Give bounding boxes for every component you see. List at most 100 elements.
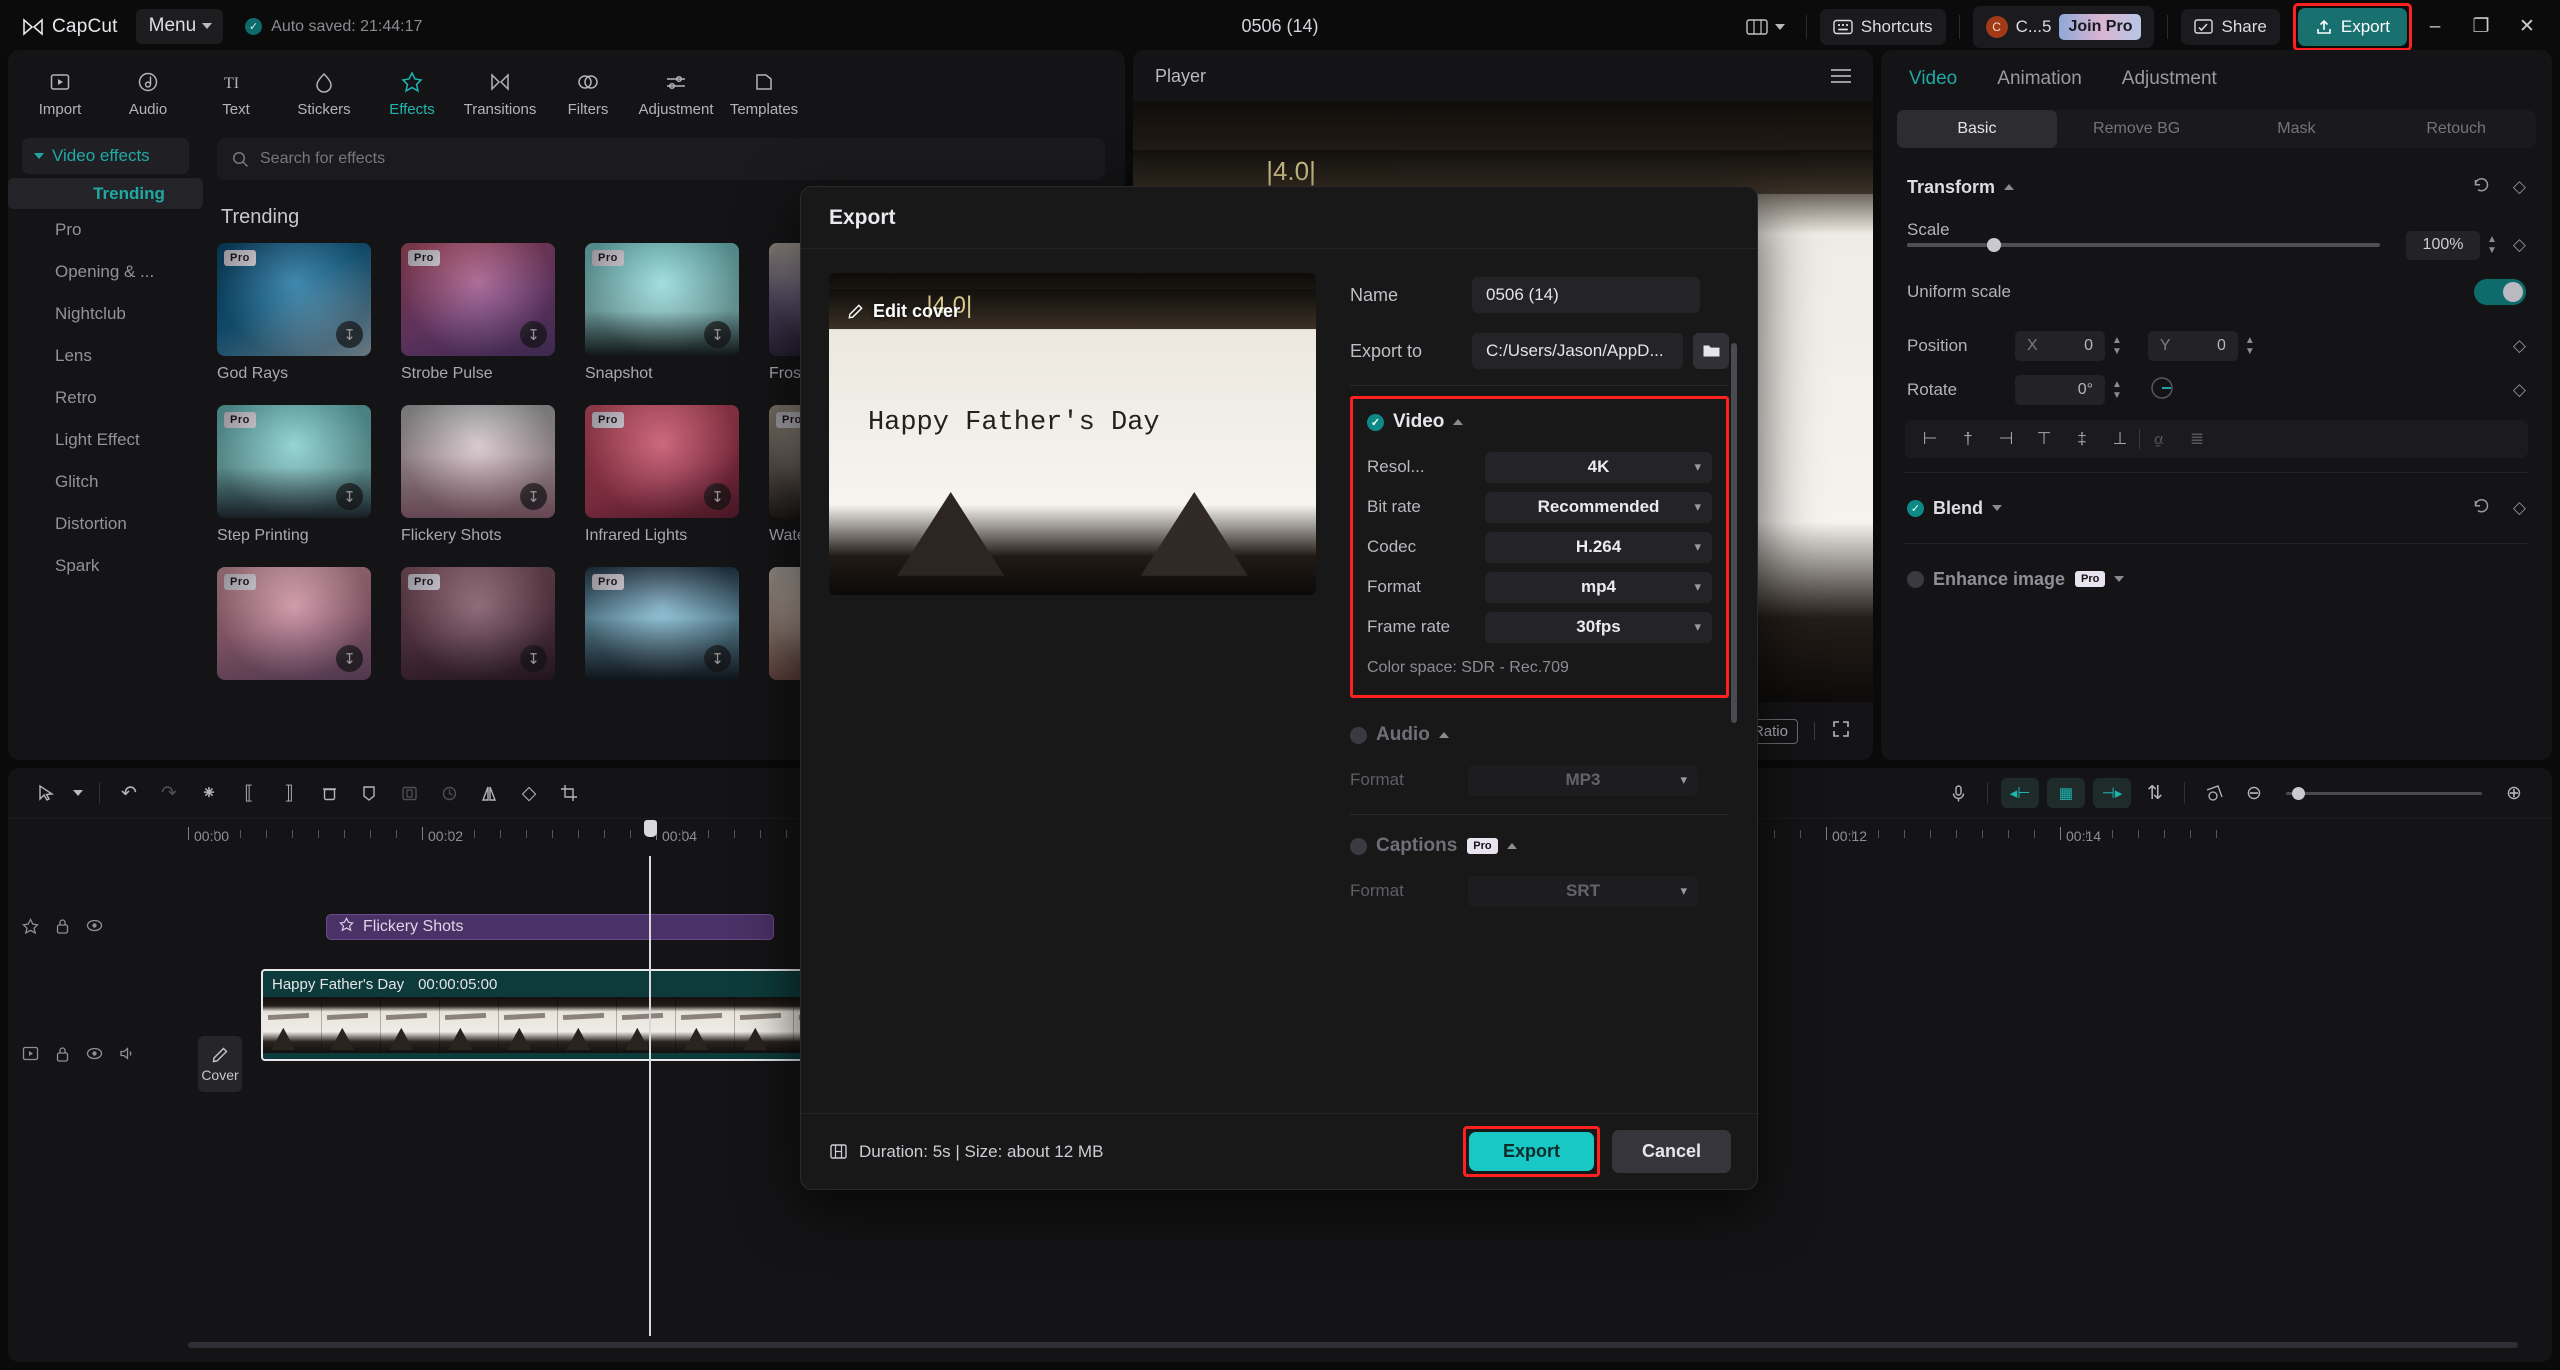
nav-tab-templates[interactable]: Templates [720, 62, 808, 118]
nav-tab-stickers[interactable]: Stickers [280, 62, 368, 118]
codec-select[interactable]: H.264 ▾ [1485, 531, 1712, 563]
resolution-select[interactable]: 4K ▾ [1485, 451, 1712, 483]
keyframe-icon[interactable]: ◇ [2513, 336, 2526, 356]
category-item-opening[interactable]: Opening & ... [8, 251, 203, 293]
download-icon[interactable]: ↧ [520, 645, 547, 672]
distribute-vertical-icon[interactable]: ≣ [2178, 429, 2216, 449]
align-top-icon[interactable]: ⊤ [2025, 429, 2063, 449]
category-item-distortion[interactable]: Distortion [8, 503, 203, 545]
auto-snap-icon[interactable]: ▦ [2047, 778, 2085, 808]
redo-icon[interactable]: ↷ [149, 773, 189, 813]
shortcuts-button[interactable]: Shortcuts [1819, 8, 1946, 45]
delete-icon[interactable] [309, 773, 349, 813]
effect-card[interactable]: Pro ↧ Strobe Pulse [401, 243, 555, 383]
crop-icon[interactable] [549, 773, 589, 813]
rotate-dial-icon[interactable] [2148, 374, 2176, 407]
category-item-nightclub[interactable]: Nightclub [8, 293, 203, 335]
effect-card[interactable]: Pro ↧ [401, 567, 555, 680]
nav-tab-filters[interactable]: Filters [544, 62, 632, 118]
nav-tab-audio[interactable]: Audio [104, 62, 192, 118]
effect-card[interactable]: Pro ↧ Step Printing [217, 405, 371, 545]
share-button[interactable]: Share [2181, 8, 2280, 45]
effect-card[interactable]: ↧ Flickery Shots [401, 405, 555, 545]
category-item-trending[interactable]: Trending [8, 178, 203, 209]
name-input[interactable]: 0506 (14) [1472, 277, 1700, 313]
zoom-out-icon[interactable]: ⊖ [2234, 773, 2274, 813]
download-icon[interactable]: ↧ [520, 321, 547, 348]
align-right-icon[interactable]: ⊣ [1987, 429, 2025, 449]
chevron-up-icon[interactable] [2004, 184, 2015, 190]
reset-icon[interactable] [2472, 496, 2491, 520]
scale-stepper[interactable]: ▲ ▼ [2487, 235, 2497, 256]
freeze-icon[interactable] [389, 773, 429, 813]
video-checkbox[interactable]: ✓ [1367, 413, 1384, 431]
audio-format-select[interactable]: MP3 ▾ [1468, 764, 1698, 796]
zoom-slider[interactable] [2286, 786, 2482, 800]
captions-checkbox[interactable] [1350, 837, 1367, 855]
keyframe-icon[interactable]: ◇ [2513, 380, 2526, 400]
nav-tab-import[interactable]: Import [16, 62, 104, 118]
player-menu-icon[interactable] [1831, 69, 1851, 83]
export-button-topbar[interactable]: Export [2297, 7, 2407, 46]
framerate-select[interactable]: 30fps ▾ [1485, 611, 1712, 643]
scale-slider[interactable] [1907, 238, 2381, 252]
split-icon[interactable]: ⁕ [189, 773, 229, 813]
position-x-stepper[interactable]: ▲ ▼ [2112, 336, 2122, 357]
nav-tab-effects[interactable]: Effects [368, 62, 456, 118]
keyframe-add-icon[interactable]: ◇ [509, 773, 549, 813]
download-icon[interactable]: ↧ [704, 483, 731, 510]
captions-format-select[interactable]: SRT ▾ [1468, 875, 1698, 907]
lock-icon[interactable] [55, 1046, 70, 1068]
chevron-up-icon[interactable] [1453, 419, 1464, 425]
timeline-horizontal-scrollbar[interactable] [188, 1342, 2518, 1348]
scale-value[interactable]: 100% [2406, 230, 2481, 260]
layout-switcher[interactable] [1736, 10, 1795, 44]
distribute-horizontal-icon[interactable]: ⍶ [2140, 429, 2178, 449]
lock-icon[interactable] [55, 918, 70, 940]
visibility-icon[interactable] [86, 918, 103, 940]
blend-checkbox[interactable]: ✓ [1907, 499, 1924, 517]
trim-right-icon[interactable]: ⟧ [269, 773, 309, 813]
edit-cover-button[interactable]: Edit cover [847, 301, 960, 322]
chevron-up-icon[interactable] [1506, 843, 1517, 849]
tool-dropdown-icon[interactable] [66, 773, 90, 813]
effect-card[interactable]: Pro ↧ [217, 567, 371, 680]
account-chip[interactable]: C C...5 Join Pro [1972, 5, 2155, 48]
align-center-horizontal-icon[interactable]: † [1949, 429, 1987, 449]
category-header-video-effects[interactable]: Video effects [22, 138, 189, 174]
microphone-icon[interactable] [1938, 773, 1978, 813]
audio-checkbox[interactable] [1350, 726, 1367, 744]
chevron-down-icon[interactable] [1992, 505, 2003, 511]
export-path-input[interactable]: C:/Users/Jason/AppD... [1472, 333, 1683, 369]
tab-video[interactable]: Video [1909, 68, 1957, 90]
playhead-handle[interactable] [644, 820, 657, 837]
nav-tab-text[interactable]: TI Text [192, 62, 280, 119]
rotate-input[interactable]: 0° [2015, 375, 2105, 405]
subtab-basic[interactable]: Basic [1897, 110, 2057, 148]
maximize-button[interactable]: ❐ [2458, 5, 2504, 49]
download-icon[interactable]: ↧ [336, 321, 363, 348]
effect-clip[interactable]: Flickery Shots [326, 914, 774, 940]
download-icon[interactable]: ↧ [704, 321, 731, 348]
subtab-retouch[interactable]: Retouch [2376, 110, 2536, 148]
download-icon[interactable]: ↧ [704, 645, 731, 672]
position-x-input[interactable]: X 0 [2015, 331, 2105, 361]
reverse-icon[interactable] [429, 773, 469, 813]
keyframe-icon[interactable]: ◇ [2513, 177, 2526, 197]
tab-animation[interactable]: Animation [1997, 68, 2082, 90]
search-input[interactable]: Search for effects [217, 138, 1105, 180]
category-item-retro[interactable]: Retro [8, 377, 203, 419]
effect-card[interactable]: Pro ↧ Snapshot [585, 243, 739, 383]
zoom-in-icon[interactable]: ⊕ [2494, 773, 2534, 813]
keyframe-icon[interactable]: ◇ [2513, 498, 2526, 518]
category-item-spark[interactable]: Spark [8, 545, 203, 587]
fit-to-screen-icon[interactable] [2194, 773, 2234, 813]
undo-icon[interactable]: ↶ [109, 773, 149, 813]
effect-card[interactable]: Pro ↧ God Rays [217, 243, 371, 383]
nav-tab-transitions[interactable]: Transitions [456, 62, 544, 118]
link-clip-icon[interactable]: ⇅ [2135, 773, 2175, 813]
category-item-light-effect[interactable]: Light Effect [8, 419, 203, 461]
position-y-stepper[interactable]: ▲ ▼ [2245, 336, 2255, 357]
format-select[interactable]: mp4 ▾ [1485, 571, 1712, 603]
download-icon[interactable]: ↧ [520, 483, 547, 510]
